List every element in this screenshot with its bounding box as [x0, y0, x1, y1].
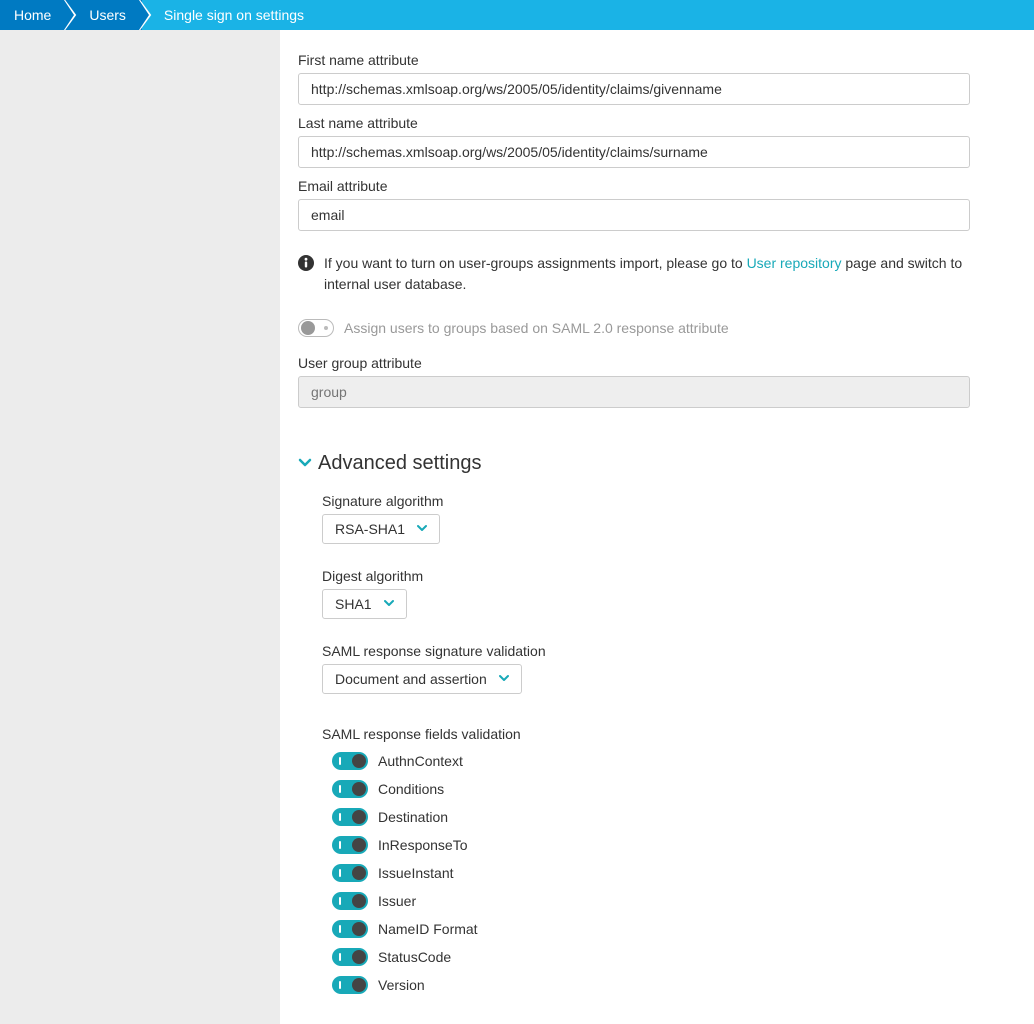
email-attribute-label: Email attribute	[298, 178, 970, 194]
user-group-attribute-label: User group attribute	[298, 355, 970, 371]
validation-label: AuthnContext	[378, 753, 463, 769]
validation-label: IssueInstant	[378, 865, 454, 881]
validation-label: StatusCode	[378, 949, 451, 965]
validation-label: NameID Format	[378, 921, 478, 937]
first-name-attribute-label: First name attribute	[298, 52, 970, 68]
validation-toggle[interactable]	[332, 808, 368, 826]
validation-list: AuthnContext Conditions Destination InRespo…	[322, 752, 970, 994]
last-name-attribute-input[interactable]	[298, 136, 970, 168]
saml-fields-validation-label: SAML response fields validation	[322, 726, 970, 742]
chevron-right-icon	[139, 0, 153, 30]
signature-algorithm-select[interactable]: RSA-SHA1	[322, 514, 440, 544]
info-message: If you want to turn on user-groups assig…	[298, 253, 970, 295]
validation-label: InResponseTo	[378, 837, 468, 853]
left-sidebar	[0, 30, 280, 1024]
select-value: Document and assertion	[335, 671, 487, 687]
assign-groups-toggle-label: Assign users to groups based on SAML 2.0…	[344, 320, 729, 336]
saml-signature-validation-label: SAML response signature validation	[322, 643, 970, 659]
validation-label: Conditions	[378, 781, 444, 797]
chevron-right-icon	[64, 0, 78, 30]
validation-toggle[interactable]	[332, 752, 368, 770]
validation-toggle[interactable]	[332, 920, 368, 938]
validation-item: NameID Format	[332, 920, 970, 938]
chevron-down-icon	[298, 455, 312, 472]
validation-item: Issuer	[332, 892, 970, 910]
advanced-settings-header[interactable]: Advanced settings	[298, 452, 970, 475]
validation-toggle[interactable]	[332, 948, 368, 966]
breadcrumb-users[interactable]: Users	[67, 0, 142, 30]
validation-toggle[interactable]	[332, 780, 368, 798]
breadcrumb-label: Single sign on settings	[164, 7, 304, 23]
user-group-attribute-input	[298, 376, 970, 408]
chevron-down-icon	[417, 524, 427, 535]
info-text: If you want to turn on user-groups assig…	[324, 253, 970, 295]
chevron-down-icon	[499, 674, 509, 685]
validation-label: Destination	[378, 809, 448, 825]
breadcrumb: Home Users Single sign on settings	[0, 0, 1034, 30]
validation-label: Issuer	[378, 893, 416, 909]
breadcrumb-home[interactable]: Home	[0, 0, 67, 30]
validation-toggle[interactable]	[332, 836, 368, 854]
user-repository-link[interactable]: User repository	[747, 255, 842, 271]
validation-label: Version	[378, 977, 425, 993]
breadcrumb-current: Single sign on settings	[142, 0, 1034, 30]
validation-item: IssueInstant	[332, 864, 970, 882]
validation-item: Version	[332, 976, 970, 994]
chevron-down-icon	[384, 599, 394, 610]
saml-signature-validation-select[interactable]: Document and assertion	[322, 664, 522, 694]
main-content: First name attribute Last name attribute…	[280, 30, 1000, 1024]
validation-item: InResponseTo	[332, 836, 970, 854]
breadcrumb-label: Users	[89, 7, 126, 23]
validation-toggle[interactable]	[332, 892, 368, 910]
validation-toggle[interactable]	[332, 864, 368, 882]
validation-item: Destination	[332, 808, 970, 826]
select-value: SHA1	[335, 596, 372, 612]
assign-groups-toggle	[298, 319, 334, 337]
validation-item: StatusCode	[332, 948, 970, 966]
breadcrumb-label: Home	[14, 7, 51, 23]
select-value: RSA-SHA1	[335, 521, 405, 537]
assign-groups-toggle-row: Assign users to groups based on SAML 2.0…	[298, 319, 970, 337]
signature-algorithm-label: Signature algorithm	[322, 493, 970, 509]
digest-algorithm-select[interactable]: SHA1	[322, 589, 407, 619]
first-name-attribute-input[interactable]	[298, 73, 970, 105]
email-attribute-input[interactable]	[298, 199, 970, 231]
validation-item: Conditions	[332, 780, 970, 798]
validation-toggle[interactable]	[332, 976, 368, 994]
last-name-attribute-label: Last name attribute	[298, 115, 970, 131]
validation-item: AuthnContext	[332, 752, 970, 770]
advanced-settings-title: Advanced settings	[318, 452, 481, 475]
info-icon	[298, 255, 314, 271]
digest-algorithm-label: Digest algorithm	[322, 568, 970, 584]
